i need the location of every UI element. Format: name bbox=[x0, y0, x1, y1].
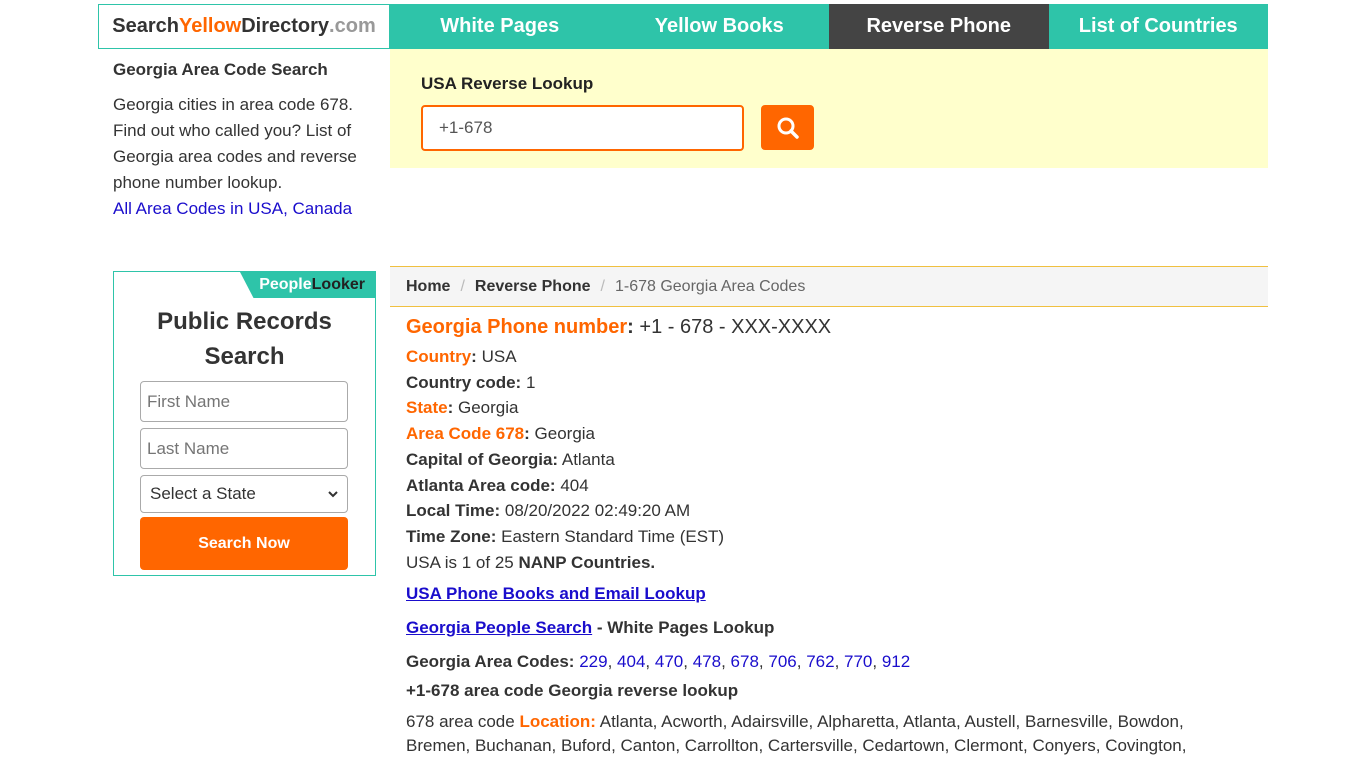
nav-reverse-phone[interactable]: Reverse Phone bbox=[829, 4, 1049, 49]
location-paragraph: 678 area code Location: Atlanta, Acworth… bbox=[406, 710, 1246, 758]
last-name-input[interactable] bbox=[140, 428, 348, 469]
nanp-prefix: USA is 1 of 25 bbox=[406, 552, 514, 572]
public-records-widget: PeopleLooker Public Records Search Selec… bbox=[113, 271, 376, 576]
people-search-suffix: - White Pages Lookup bbox=[592, 618, 775, 638]
area-code-link[interactable]: 770 bbox=[844, 652, 872, 671]
area-code-link[interactable]: 470 bbox=[655, 652, 683, 671]
brand-people: People bbox=[259, 276, 312, 293]
reverse-lookup-heading: +1-678 area code Georgia reverse lookup bbox=[406, 681, 739, 701]
country-code-value: 1 bbox=[525, 372, 536, 392]
state-row: State: Georgia bbox=[406, 398, 519, 418]
breadcrumb-separator: / bbox=[600, 277, 605, 295]
area-code-link[interactable]: 678 bbox=[731, 652, 759, 671]
intro-heading: Georgia Area Code Search bbox=[113, 60, 328, 79]
area-code-intro: Georgia Area Code Search Georgia cities … bbox=[113, 60, 378, 222]
breadcrumb-home[interactable]: Home bbox=[406, 278, 450, 296]
atlanta-code-label: Atlanta Area code: bbox=[406, 475, 556, 495]
state-value: Georgia bbox=[457, 398, 519, 418]
area-codes-list: Georgia Area Codes: 229, 404, 470, 478, … bbox=[406, 651, 911, 671]
atlanta-code-row: Atlanta Area code: 404 bbox=[406, 473, 1266, 499]
local-time-label: Local Time: bbox=[406, 501, 501, 521]
top-navigation: Search Yellow Directory .com White Pages Ye… bbox=[98, 4, 1268, 49]
country-code-row: Country code: 1 bbox=[406, 370, 1266, 396]
all-area-codes-link[interactable]: All Area Codes in USA, Canada bbox=[113, 196, 352, 222]
site-logo[interactable]: Search Yellow Directory .com bbox=[98, 4, 390, 49]
search-now-button[interactable]: Search Now bbox=[140, 517, 348, 570]
peoplelooker-logo: People Looker bbox=[240, 272, 375, 298]
phone-heading-value: +1 - 678 - XXX-XXXX bbox=[639, 316, 832, 338]
first-name-input[interactable] bbox=[140, 381, 348, 422]
state-select-value: Select a State bbox=[150, 484, 256, 503]
area-code-details: Georgia Phone number: +1 - 678 - XXX-XXX… bbox=[406, 314, 1266, 758]
nav-list-of-countries[interactable]: List of Countries bbox=[1048, 4, 1268, 49]
nav-white-pages[interactable]: White Pages bbox=[390, 4, 610, 49]
area-codes-label: Georgia Area Codes: bbox=[406, 651, 575, 671]
breadcrumb: Home / Reverse Phone / 1-678 Georgia Are… bbox=[390, 266, 1268, 307]
location-prefix: 678 area code bbox=[406, 712, 515, 732]
nanp-countries-link[interactable]: NANP Countries bbox=[518, 553, 650, 572]
reverse-lookup-heading-row: +1-678 area code Georgia reverse lookup bbox=[406, 678, 1266, 704]
atlanta-code-value: 404 bbox=[560, 475, 589, 495]
logo-text-yellow: Yellow bbox=[178, 15, 242, 37]
phone-number-heading: Georgia Phone number: +1 - 678 - XXX-XXX… bbox=[406, 316, 832, 338]
local-time-value: 08/20/2022 02:49:20 AM bbox=[504, 501, 691, 521]
logo-text-directory: Directory bbox=[241, 15, 330, 37]
local-time-row: Local Time: 08/20/2022 02:49:20 AM bbox=[406, 498, 1266, 524]
people-search-link[interactable]: Georgia People Search bbox=[406, 618, 592, 637]
capital-value: Atlanta bbox=[561, 449, 615, 469]
area-code-link[interactable]: 912 bbox=[882, 652, 910, 671]
area-code-value: Georgia bbox=[534, 424, 596, 444]
time-zone-label: Time Zone: bbox=[406, 526, 497, 546]
country-label: Country bbox=[406, 347, 472, 366]
area-code-link[interactable]: 404 bbox=[617, 652, 645, 671]
logo-text-com: .com bbox=[329, 15, 376, 37]
area-code-link[interactable]: 706 bbox=[768, 652, 796, 671]
capital-label: Capital of Georgia: bbox=[406, 449, 559, 469]
area-code-row: Area Code 678: Georgia bbox=[406, 424, 596, 444]
country-code-label: Country code: bbox=[406, 372, 522, 392]
phone-search-input[interactable] bbox=[421, 105, 744, 151]
time-zone-row: Time Zone: Eastern Standard Time (EST) bbox=[406, 524, 1266, 550]
area-code-link[interactable]: 229 bbox=[579, 652, 607, 671]
widget-title: Public Records Search bbox=[157, 308, 332, 370]
logo-text-search: Search bbox=[112, 15, 179, 37]
chevron-down-icon bbox=[328, 491, 338, 498]
phone-search-button[interactable] bbox=[761, 105, 814, 150]
state-select[interactable]: Select a State bbox=[140, 475, 348, 513]
time-zone-value: Eastern Standard Time (EST) bbox=[501, 526, 725, 546]
location-label: Location: bbox=[519, 712, 596, 732]
country-row: Country: USA bbox=[406, 347, 517, 366]
area-code-link[interactable]: 762 bbox=[806, 652, 834, 671]
area-code-label: Area Code 678 bbox=[406, 424, 525, 444]
area-code-link[interactable]: 478 bbox=[693, 652, 721, 671]
breadcrumb-separator: / bbox=[460, 277, 465, 295]
people-search-row: Georgia People Search - White Pages Look… bbox=[406, 615, 1266, 641]
phone-books-link[interactable]: USA Phone Books and Email Lookup bbox=[406, 584, 706, 603]
reverse-lookup-title: USA Reverse Lookup bbox=[421, 74, 594, 93]
intro-description: Georgia cities in area code 678. Find ou… bbox=[113, 95, 357, 192]
state-label: State bbox=[406, 398, 448, 418]
country-value: USA bbox=[481, 347, 517, 366]
phone-heading-label: Georgia Phone number bbox=[406, 316, 628, 338]
breadcrumb-current: 1-678 Georgia Area Codes bbox=[614, 277, 806, 295]
reverse-lookup-panel: USA Reverse Lookup bbox=[390, 49, 1268, 168]
nanp-row: USA is 1 of 25 NANP Countries. bbox=[406, 552, 656, 572]
nav-yellow-books[interactable]: Yellow Books bbox=[609, 4, 829, 49]
phone-books-row: USA Phone Books and Email Lookup bbox=[406, 581, 1266, 607]
breadcrumb-reverse-phone[interactable]: Reverse Phone bbox=[475, 278, 591, 296]
brand-looker: Looker bbox=[311, 276, 365, 293]
capital-row: Capital of Georgia: Atlanta bbox=[406, 447, 1266, 473]
search-icon bbox=[777, 117, 799, 139]
